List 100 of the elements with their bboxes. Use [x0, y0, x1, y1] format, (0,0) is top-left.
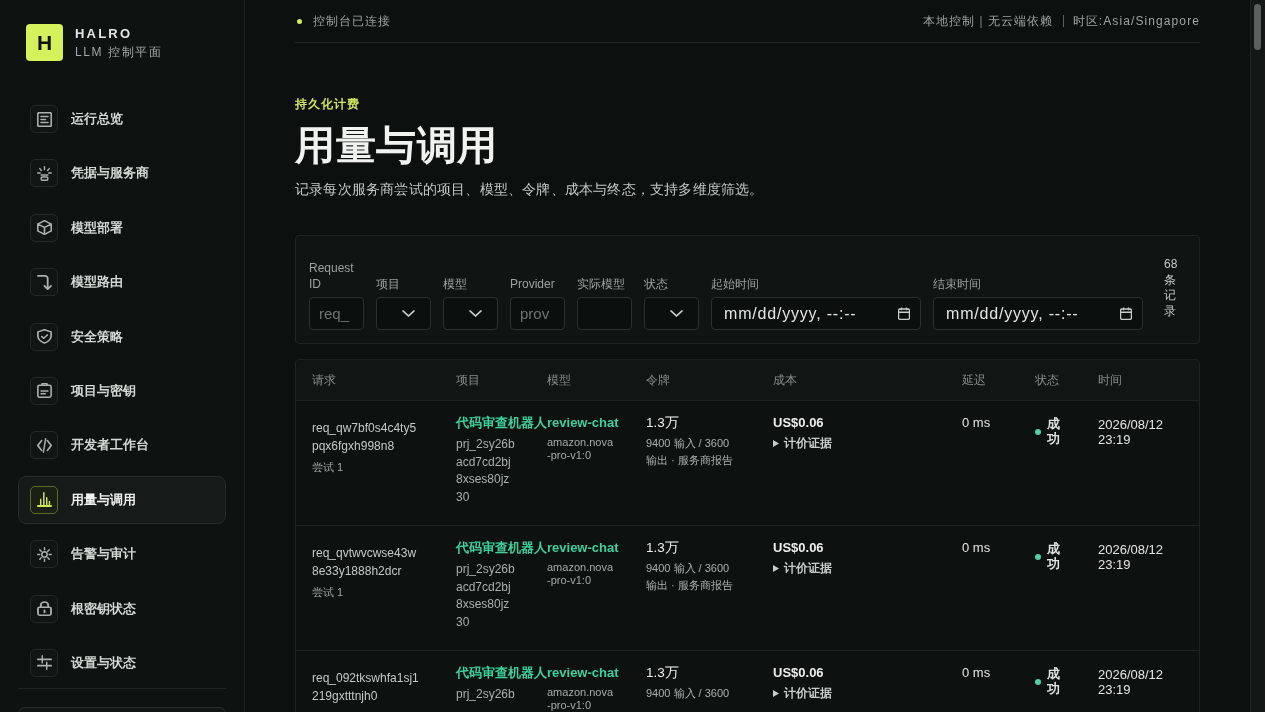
cost-amount: US$0.06 — [773, 414, 824, 432]
connection-status: 控制台已连接 — [313, 12, 392, 30]
chevron-down-icon — [402, 310, 415, 317]
nav-item[interactable]: 设置与状态 — [18, 638, 226, 687]
chevron-down-icon — [670, 310, 683, 317]
nav-item[interactable]: 项目与密钥 — [18, 366, 226, 415]
app-subtitle: LLM 控制平面 — [75, 43, 163, 60]
page-description: 记录每次服务商尝试的项目、模型、令牌、成本与终态，支持多维度筛选。 — [295, 181, 764, 197]
app-name: HALRO — [75, 25, 133, 42]
timestamp: 2026/08/12 23:19 — [1098, 667, 1165, 697]
datetime-field[interactable]: mm/dd/yyyy, --:-- — [933, 297, 1143, 330]
attempt-label: 尝试 1 — [312, 460, 344, 475]
nav-item[interactable]: 安全策略 — [18, 312, 226, 361]
column-header: 请求 — [312, 371, 336, 389]
nav-item[interactable]: 根密钥状态 — [18, 584, 226, 633]
cube-icon — [30, 213, 58, 242]
project-link[interactable]: 代码审查机器人 — [456, 414, 547, 432]
field-label: Request ID — [309, 260, 355, 292]
field-label: 状态 — [644, 276, 668, 292]
timestamp: 2026/08/12 23:19 — [1098, 417, 1165, 447]
attempt-label: 尝试 1 — [312, 585, 344, 600]
datetime-field[interactable]: mm/dd/yyyy, --:-- — [711, 297, 921, 330]
field-label: Provider — [510, 276, 555, 292]
pricing-toggle[interactable]: 计价证据 — [773, 684, 832, 702]
pricing-toggle[interactable]: 计价证据 — [773, 559, 832, 577]
column-header: 令牌 — [646, 371, 670, 389]
token-detail: 9400 输入 / 3600 输出 · 服务商报告 — [646, 561, 734, 593]
token-detail: 9400 输入 / 3600 输出 · 服务商报告 — [646, 436, 734, 468]
record-count: 68 条记录 — [1164, 257, 1178, 319]
token-count: 1.3万 — [646, 664, 679, 682]
field-label: 模型 — [443, 276, 467, 292]
request-id: req_qw7bf0s4c4ty5pqx6fgxh998n8 — [312, 420, 418, 455]
filter-dropdown[interactable] — [376, 297, 431, 330]
filter-text-field[interactable]: prov — [510, 297, 565, 330]
column-header: 时间 — [1098, 371, 1122, 389]
nav-item[interactable]: 模型部署 — [18, 203, 226, 252]
timezone-label: 时区:Asia/Singapore — [1072, 12, 1200, 30]
nav-item[interactable]: 运行总览 — [18, 95, 226, 143]
column-header: 延迟 — [962, 371, 986, 389]
field-label: 实际模型 — [577, 276, 625, 292]
column-header: 成本 — [773, 371, 797, 389]
page-title: 用量与调用 — [295, 122, 498, 169]
cost-amount: US$0.06 — [773, 664, 824, 682]
filter-text-field[interactable] — [577, 297, 632, 330]
token-count: 1.3万 — [646, 539, 679, 557]
clipboard-icon — [30, 376, 58, 405]
field-label: 结束时间 — [933, 276, 981, 292]
request-id: req_qvtwvcwse43w8e33y1888h2dcr — [312, 545, 418, 580]
cost-amount: US$0.06 — [773, 539, 824, 557]
status-label: 成功 — [1047, 542, 1060, 572]
model-id: amazon.nova-pro-v1:0 — [547, 686, 615, 711]
latency-value: 0 ms — [962, 539, 991, 557]
shield-check-icon — [30, 322, 58, 351]
pricing-toggle[interactable]: 计价证据 — [773, 434, 832, 452]
scrollbar-thumb[interactable] — [1254, 4, 1261, 50]
light-rays-icon — [30, 159, 58, 188]
project-id: prj_2sy26bacd7cd2bj8xses80jz30 — [456, 436, 516, 507]
token-count: 1.3万 — [646, 414, 679, 432]
model-id: amazon.nova-pro-v1:0 — [547, 561, 615, 586]
project-link[interactable]: 代码审查机器人 — [456, 539, 547, 557]
filter-dropdown[interactable] — [644, 297, 699, 330]
sun-icon — [30, 540, 58, 569]
status-label: 成功 — [1047, 667, 1060, 697]
field-label: 项目 — [376, 276, 400, 292]
latency-value: 0 ms — [962, 664, 991, 682]
nav-item[interactable]: 凭据与服务商 — [18, 149, 226, 198]
nav-item[interactable]: 模型路由 — [18, 258, 226, 307]
calendar-icon[interactable] — [898, 307, 910, 320]
sliders-icon — [30, 648, 58, 677]
nav-item[interactable]: 告警与审计 — [18, 530, 226, 579]
filter-dropdown[interactable] — [443, 297, 498, 330]
field-label: 起始时间 — [711, 276, 759, 292]
code-icon — [30, 431, 58, 460]
timestamp: 2026/08/12 23:19 — [1098, 542, 1165, 572]
nav-item[interactable]: 用量与调用 — [18, 475, 226, 524]
column-header: 项目 — [456, 371, 480, 389]
eyebrow-label: 持久化计费 — [295, 96, 360, 112]
chevron-down-icon — [469, 310, 482, 317]
column-header: 状态 — [1035, 371, 1059, 389]
column-header: 模型 — [547, 371, 571, 389]
list-icon — [30, 105, 58, 133]
deployment-link[interactable]: review-chat — [547, 664, 619, 682]
deployment-link[interactable]: review-chat — [547, 414, 619, 432]
padlock-icon — [30, 594, 58, 623]
filter-text-field[interactable]: req_ — [309, 297, 364, 330]
project-id: prj_2sy26bacd7cd2bj8xses80jz30 — [456, 561, 516, 632]
token-detail: 9400 输入 / 3600 — [646, 686, 731, 701]
project-link[interactable]: 代码审查机器人 — [456, 664, 547, 682]
request-id: req_092tkswhfa1sj1219gxtttnjh0 — [312, 670, 420, 705]
mode-label: 本地控制｜无云端依赖 — [922, 12, 1054, 30]
nav-item[interactable]: 开发者工作台 — [18, 421, 226, 470]
status-label: 成功 — [1047, 417, 1060, 447]
model-id: amazon.nova-pro-v1:0 — [547, 436, 615, 461]
project-id: prj_2sy26b — [456, 686, 516, 703]
logo: H — [26, 24, 63, 61]
deployment-link[interactable]: review-chat — [547, 539, 619, 557]
calendar-icon[interactable] — [1120, 307, 1132, 320]
scrollbar[interactable] — [1250, 0, 1265, 712]
latency-value: 0 ms — [962, 414, 991, 432]
bar-chart-icon — [30, 485, 58, 514]
